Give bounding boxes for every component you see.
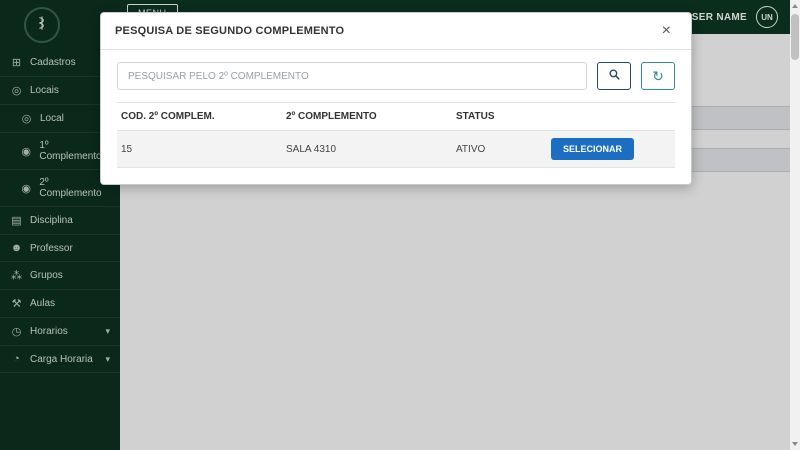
cell-cod: 15: [121, 144, 286, 155]
search-complemento-modal: PESQUISA DE SEGUNDO COMPLEMENTO × ↻ COD.…: [100, 12, 692, 185]
selecionar-button[interactable]: SELECIONAR: [551, 138, 634, 160]
modal-title: PESQUISA DE SEGUNDO COMPLEMENTO: [115, 25, 344, 37]
scrollbar[interactable]: [790, 0, 800, 450]
column-header-status: STATUS: [456, 111, 551, 122]
cell-status: ATIVO: [456, 144, 551, 155]
cell-complemento: SALA 4310: [286, 144, 456, 155]
table-row: 15 SALA 4310 ATIVO SELECIONAR: [117, 131, 675, 168]
modal-search-row: ↻: [117, 62, 675, 90]
complemento-search-input[interactable]: [117, 62, 587, 90]
scroll-up-arrow[interactable]: [790, 0, 800, 12]
app-window: MENU USER NAME UN ⊞ Cadastros ◎ Locais: [0, 0, 800, 450]
scrollbar-thumb[interactable]: [791, 14, 799, 60]
modal-body: ↻ COD. 2º COMPLEM. 2º COMPLEMENTO STATUS…: [101, 50, 691, 184]
close-icon[interactable]: ×: [656, 22, 677, 40]
column-header-complemento: 2º COMPLEMENTO: [286, 111, 456, 122]
column-header-cod: COD. 2º COMPLEM.: [121, 111, 286, 122]
modal-search-button[interactable]: [597, 62, 631, 90]
search-icon: [608, 68, 621, 84]
scroll-down-arrow[interactable]: [790, 438, 800, 450]
refresh-icon[interactable]: ↻: [641, 62, 675, 90]
table-header: COD. 2º COMPLEM. 2º COMPLEMENTO STATUS: [117, 102, 675, 131]
column-header-actions: [551, 111, 671, 122]
modal-header: PESQUISA DE SEGUNDO COMPLEMENTO ×: [101, 13, 691, 50]
